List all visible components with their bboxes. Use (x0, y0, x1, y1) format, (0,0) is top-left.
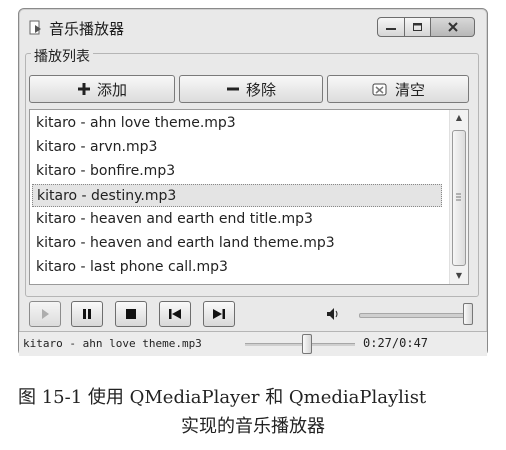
list-item[interactable]: kitaro - heaven and earth end title.mp3 (32, 208, 442, 231)
close-icon (447, 22, 458, 32)
time-label: 0:27/0:47 (363, 336, 429, 350)
add-button-label: 添加 (96, 80, 127, 99)
stop-icon (126, 309, 136, 319)
scroll-thumb[interactable] (452, 130, 466, 266)
previous-button[interactable] (159, 301, 191, 327)
clear-icon (371, 81, 389, 97)
clear-button[interactable]: 清空 (327, 75, 469, 103)
list-item[interactable]: kitaro - bonfire.mp3 (32, 160, 442, 183)
pause-button[interactable] (71, 301, 103, 327)
window-title: 音乐播放器 (49, 20, 125, 38)
scroll-down-icon[interactable]: ▼ (450, 268, 468, 284)
add-button[interactable]: 添加 (29, 75, 175, 103)
list-item[interactable]: kitaro - ahn love theme.mp3 (32, 112, 442, 135)
close-button[interactable] (431, 17, 475, 37)
music-player-window: 音乐播放器 播放列表 添加 移除 清空 kitaro - ahn love th… (18, 8, 488, 356)
list-item[interactable]: kitaro - last phone call.mp3 (32, 256, 442, 279)
minimize-icon (386, 28, 396, 30)
position-slider-thumb[interactable] (302, 334, 312, 354)
app-icon (29, 20, 41, 35)
next-button[interactable] (203, 301, 235, 327)
minimize-button[interactable] (377, 17, 405, 37)
list-item[interactable]: kitaro - arvn.mp3 (32, 136, 442, 159)
maximize-icon (412, 23, 422, 31)
volume-slider-thumb[interactable] (463, 303, 473, 325)
remove-button-label: 移除 (245, 80, 276, 99)
list-item-selected[interactable]: kitaro - destiny.mp3 (32, 184, 442, 207)
play-icon (42, 309, 49, 319)
volume-slider[interactable] (359, 301, 473, 327)
status-bar: kitaro - ahn love theme.mp3 0:27/0:47 (19, 331, 487, 356)
remove-button[interactable]: 移除 (179, 75, 323, 103)
play-button[interactable] (29, 301, 61, 327)
window-controls (377, 17, 475, 37)
figure-caption: 图 15-1 使用 QMediaPlayer 和 QmediaPlaylist (18, 387, 427, 408)
volume-icon[interactable] (325, 306, 341, 326)
maximize-button[interactable] (405, 17, 431, 37)
clear-button-label: 清空 (394, 80, 425, 99)
skip-next-icon (213, 309, 225, 319)
current-file-label: kitaro - ahn love theme.mp3 (23, 337, 202, 350)
minus-icon (226, 82, 240, 96)
title-bar[interactable]: 音乐播放器 (19, 9, 487, 45)
figure-caption-line2: 实现的音乐播放器 (181, 416, 325, 437)
playlist-scrollbar[interactable]: ▲ ▼ (449, 110, 468, 284)
playlist-group-title: 播放列表 (31, 46, 93, 66)
skip-previous-icon (169, 309, 181, 319)
stop-button[interactable] (115, 301, 147, 327)
pause-icon (83, 309, 91, 319)
grip-icon (456, 193, 461, 201)
position-slider[interactable] (245, 334, 355, 354)
list-item[interactable]: kitaro - heaven and earth land theme.mp3 (32, 232, 442, 255)
plus-icon (77, 82, 91, 96)
scroll-up-icon[interactable]: ▲ (450, 110, 468, 126)
playlist-list[interactable]: kitaro - ahn love theme.mp3 kitaro - arv… (29, 109, 469, 285)
